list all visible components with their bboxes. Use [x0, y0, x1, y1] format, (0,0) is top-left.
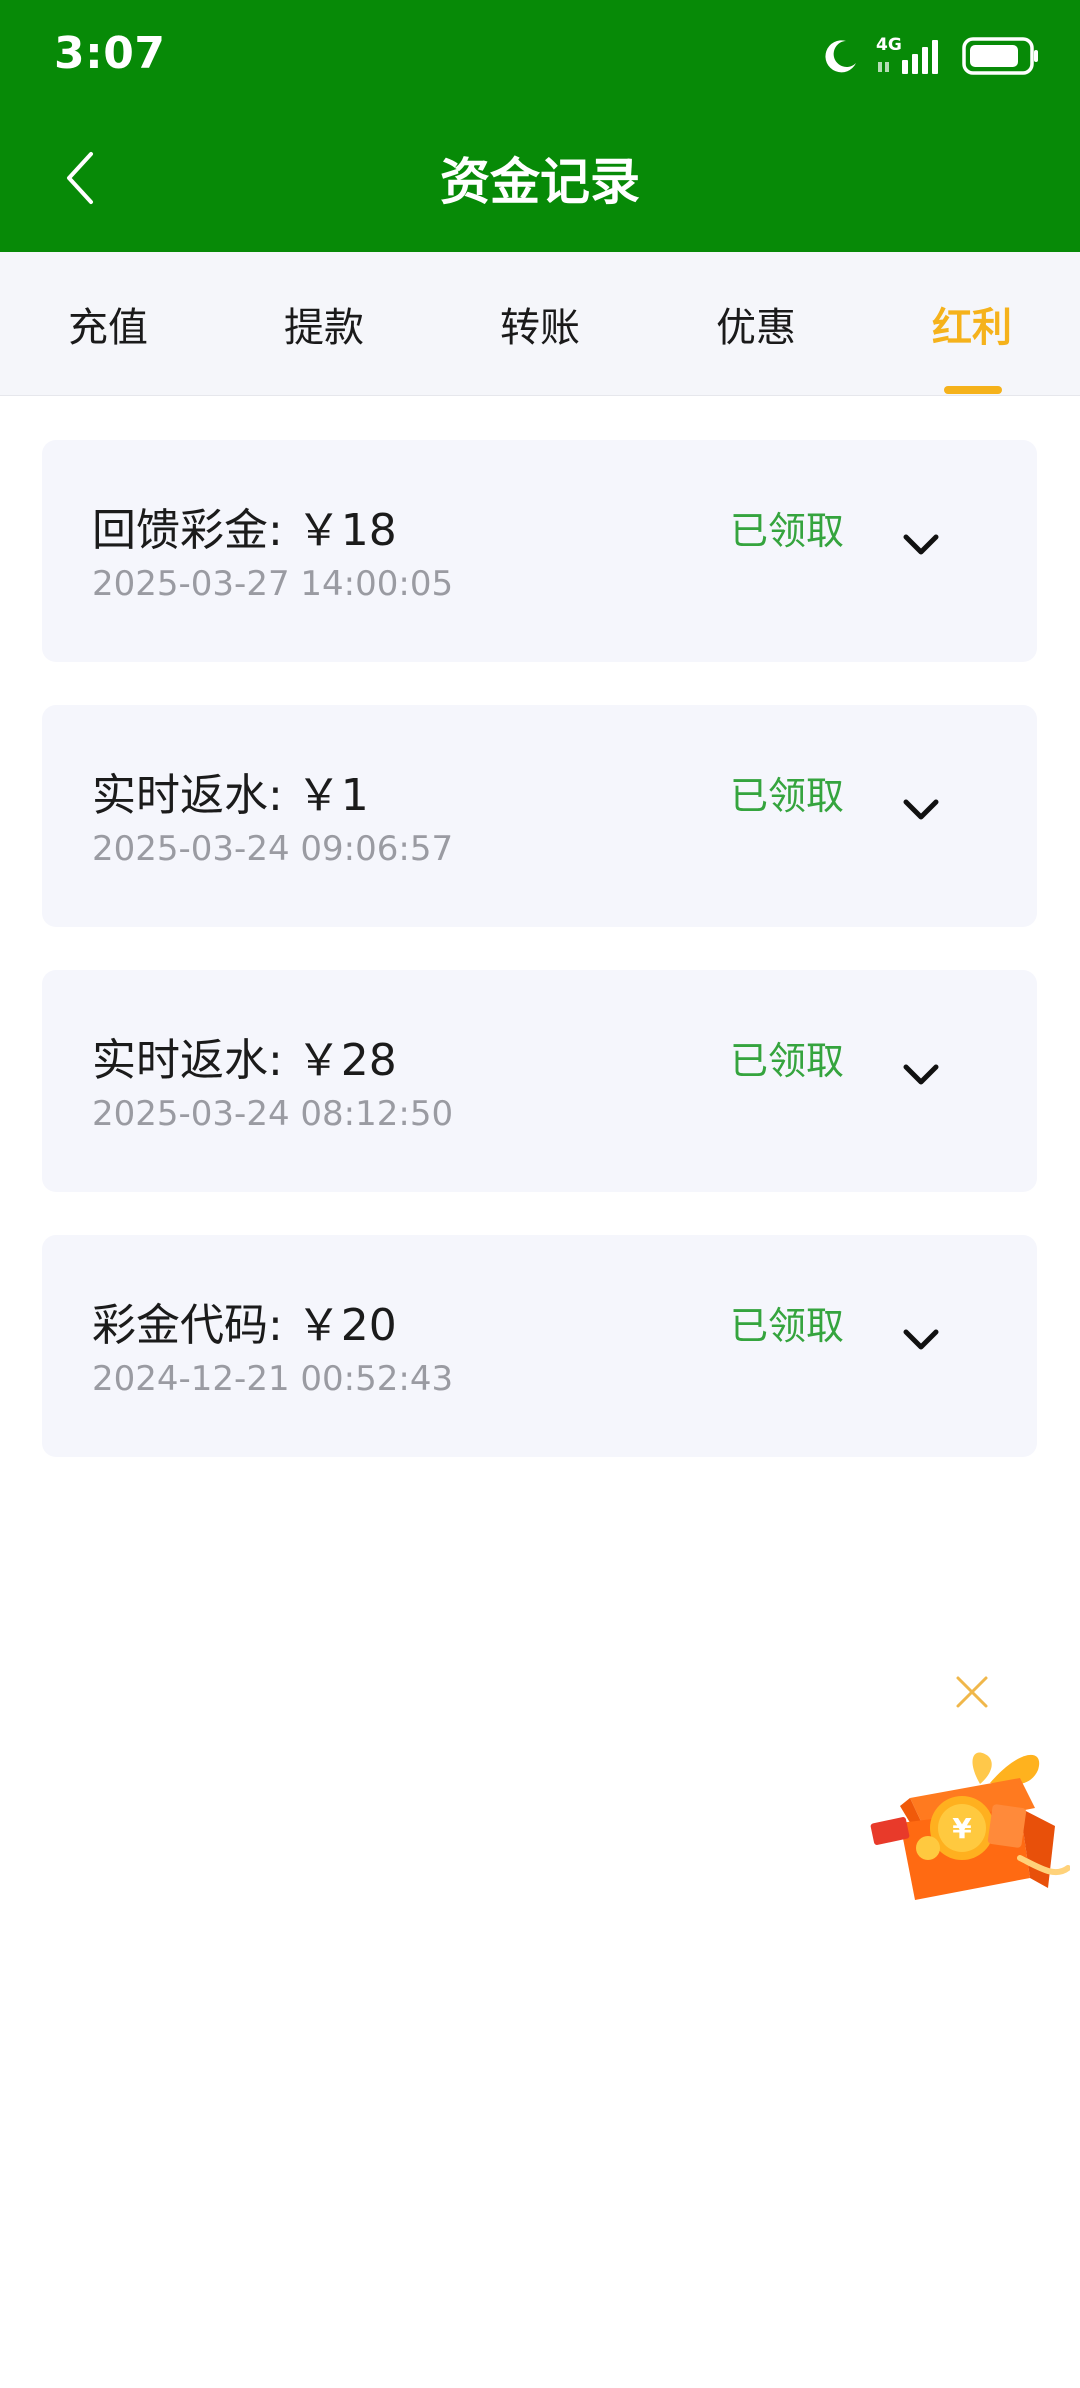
chevron-down-icon[interactable]: [900, 789, 942, 831]
record-status: 已领取: [730, 1039, 845, 1083]
tab-transfer[interactable]: 转账: [432, 252, 648, 396]
record-title: 实时返水: ￥1: [92, 770, 369, 821]
page-title: 资金记录: [440, 153, 640, 211]
record-status: 已领取: [730, 1304, 845, 1348]
record-card[interactable]: 实时返水: ￥28 2025-03-24 08:12:50 已领取: [42, 970, 1037, 1192]
record-time: 2025-03-24 09:06:57: [92, 829, 454, 869]
record-time: 2025-03-27 14:00:05: [92, 564, 454, 604]
battery-icon: [962, 36, 1040, 76]
app-header: 3:07 4G 资金记录: [0, 0, 1080, 252]
chevron-down-icon[interactable]: [900, 1319, 942, 1361]
tab-withdraw[interactable]: 提款: [216, 252, 432, 396]
tab-bar: 充值 提款 转账 优惠 红利: [0, 252, 1080, 396]
tab-promotion[interactable]: 优惠: [648, 252, 864, 396]
status-icons: 4G: [822, 32, 1040, 80]
record-title: 彩金代码: ￥20: [92, 1300, 397, 1351]
record-card[interactable]: 彩金代码: ￥20 2024-12-21 00:52:43 已领取: [42, 1235, 1037, 1457]
gift-box-icon[interactable]: ¥: [870, 1728, 1071, 1908]
record-title: 回馈彩金: ￥18: [92, 505, 397, 556]
record-card[interactable]: 回馈彩金: ￥18 2025-03-27 14:00:05 已领取: [42, 440, 1037, 662]
moon-icon: [822, 37, 860, 75]
signal-icon: 4G: [876, 36, 946, 76]
record-time: 2025-03-24 08:12:50: [92, 1094, 454, 1134]
record-time: 2024-12-21 00:52:43: [92, 1359, 454, 1399]
tab-deposit[interactable]: 充值: [0, 252, 216, 396]
record-status: 已领取: [730, 774, 845, 818]
chevron-down-icon[interactable]: [900, 1054, 942, 1096]
close-icon[interactable]: [950, 1670, 994, 1714]
active-tab-indicator: [944, 386, 1002, 394]
record-title: 实时返水: ￥28: [92, 1035, 397, 1086]
record-status: 已领取: [730, 509, 845, 553]
status-time: 3:07: [54, 28, 166, 79]
record-card[interactable]: 实时返水: ￥1 2025-03-24 09:06:57 已领取: [42, 705, 1037, 927]
svg-text:¥: ¥: [952, 1812, 972, 1845]
chevron-down-icon[interactable]: [900, 524, 942, 566]
tab-bonus[interactable]: 红利: [864, 252, 1080, 396]
